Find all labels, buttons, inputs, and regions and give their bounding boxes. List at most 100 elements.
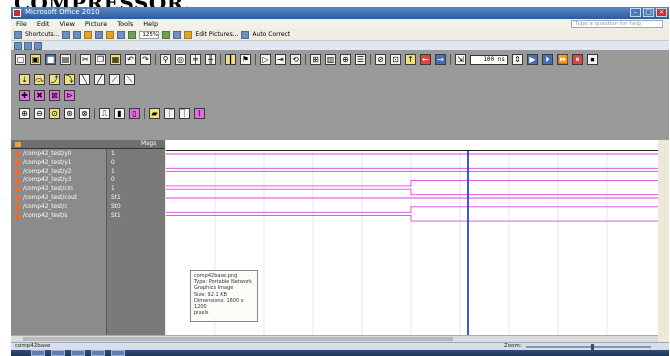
jump-back-icon[interactable]: ⟍ (124, 74, 135, 85)
auto-correct-icon[interactable] (241, 30, 250, 39)
signal-row[interactable]: /comp42_test/y0 (11, 150, 106, 159)
open-icon[interactable] (62, 30, 71, 39)
signal-row[interactable]: /comp42_test/cout (11, 194, 106, 203)
menu-edit[interactable]: Edit (32, 19, 55, 29)
redo-icon[interactable]: ↷ (140, 54, 151, 65)
edit-pictures-button[interactable]: Edit Pictures... (195, 31, 238, 38)
taskbar-app-button[interactable] (91, 350, 105, 356)
dataflow-icon[interactable]: ⊕ (340, 54, 351, 65)
run-continue-icon[interactable]: ⏩ (557, 54, 568, 65)
zoom-cursor-icon[interactable]: ⊛ (64, 108, 75, 119)
wave-height-icon[interactable]: ▮ (114, 108, 125, 119)
zoom-in-icon[interactable] (162, 30, 171, 39)
step-back-edge-icon[interactable]: ╱ (94, 74, 105, 85)
run-length-input[interactable]: 100 ns (470, 54, 508, 65)
step-edge-icon[interactable]: ╲ (79, 74, 90, 85)
maximize-button[interactable]: □ (643, 8, 654, 17)
shortcuts-icon[interactable] (14, 30, 22, 39)
zoom-full-icon[interactable]: ⊙ (49, 108, 60, 119)
close-button[interactable]: × (656, 8, 667, 17)
paste-icon[interactable] (106, 30, 115, 39)
cursor-next-icon[interactable]: ⊳ (64, 90, 75, 101)
list-icon[interactable]: ☰ (355, 54, 366, 65)
menu-tools[interactable]: Tools (112, 19, 138, 29)
wave-split-icon[interactable]: ╪ (190, 54, 201, 65)
signal-row[interactable]: /comp42_test/y2 (11, 168, 106, 177)
signal-row[interactable]: /comp42_test/y3 (11, 176, 106, 185)
copy-icon[interactable]: ❐ (95, 54, 106, 65)
scrollbar-thumb[interactable] (23, 337, 453, 341)
menu-file[interactable]: File (11, 19, 32, 29)
find-icon[interactable]: ⚲ (160, 54, 171, 65)
wave-color-icon[interactable]: ▯ (129, 108, 140, 119)
memory-icon[interactable]: ▥ (325, 54, 336, 65)
cursor-add-icon[interactable]: ✚ (19, 90, 30, 101)
rotate-icon[interactable] (173, 30, 182, 39)
help-search-input[interactable]: Type a question for help (571, 20, 663, 28)
zoom-select[interactable]: 125% (139, 30, 160, 39)
restart-icon[interactable]: ⟲ (290, 54, 301, 65)
edit-pictures-icon[interactable] (184, 30, 193, 39)
wave-merge-icon[interactable]: ╫ (205, 54, 216, 65)
shortcuts-button[interactable]: Shortcuts... (25, 31, 59, 38)
auto-correct-button[interactable]: Auto Correct (252, 31, 290, 38)
paste-icon[interactable]: ▦ (110, 54, 121, 65)
edge-rise-icon[interactable]: ⎾ (164, 108, 175, 119)
break-simulation-icon[interactable]: ⏸ (572, 54, 583, 65)
open-folder-icon[interactable]: ▣ (30, 54, 41, 65)
undo-icon[interactable]: ↶ (125, 54, 136, 65)
wave-format-icon[interactable]: ⎍ (99, 108, 110, 119)
binoculars-icon[interactable]: ◎ (175, 54, 186, 65)
jump-icon[interactable]: ⟋ (109, 74, 120, 85)
zoom-slider[interactable] (526, 346, 651, 348)
run-all-icon[interactable]: ▶ (527, 54, 538, 65)
signal-row[interactable]: /comp42_test/s (11, 212, 106, 221)
edge-any-icon[interactable]: ⌇ (194, 108, 205, 119)
signal-row[interactable]: /comp42_test/cin (11, 185, 106, 194)
step-back-icon[interactable]: ← (420, 54, 431, 65)
step-up-icon[interactable]: ↑ (405, 54, 416, 65)
cursor-lock-icon[interactable]: ⊠ (49, 90, 60, 101)
new-file-icon[interactable]: ▢ (15, 54, 26, 65)
add-wave-icon[interactable]: ⊡ (390, 54, 401, 65)
cut-icon[interactable]: ✂ (80, 54, 91, 65)
wave-compare-icon[interactable]: ⊞ (310, 54, 321, 65)
step-forward-icon[interactable]: → (435, 54, 446, 65)
save-icon[interactable]: ■ (45, 54, 56, 65)
taskbar-app-button[interactable] (31, 350, 45, 356)
menu-help[interactable]: Help (138, 19, 163, 29)
copy-icon[interactable] (95, 30, 104, 39)
edge-fall-icon[interactable]: ⏋ (179, 108, 190, 119)
save-icon[interactable] (73, 30, 82, 39)
step-icon[interactable]: ⇥ (275, 54, 286, 65)
horizontal-scrollbar[interactable] (11, 335, 658, 342)
zoom-range-icon[interactable]: ⊗ (79, 108, 90, 119)
cut-icon[interactable] (84, 30, 93, 39)
single-view-icon[interactable] (34, 41, 42, 50)
zoom-out-icon[interactable]: ⊖ (34, 108, 45, 119)
thumbnail-view-icon[interactable] (14, 41, 22, 50)
cursor-delete-icon[interactable]: ✖ (34, 90, 45, 101)
minimize-button[interactable]: – (630, 8, 641, 17)
continue-icon[interactable]: ⏵ (542, 54, 553, 65)
step-out-icon[interactable]: ⤴ (49, 74, 60, 85)
filmstrip-view-icon[interactable] (24, 41, 32, 50)
bookmark-icon[interactable]: ⚑ (240, 54, 251, 65)
stop-icon[interactable]: ⏹ (587, 54, 598, 65)
signal-group-icon[interactable]: ▰ (149, 108, 160, 119)
menu-view[interactable]: View (54, 19, 79, 29)
undo-icon[interactable] (128, 30, 137, 39)
signal-row[interactable]: /comp42_test/y1 (11, 159, 106, 168)
step-into-icon[interactable]: ⤓ (19, 74, 30, 85)
break-icon[interactable]: ⊘ (375, 54, 386, 65)
run-icon[interactable]: ▷ (260, 54, 271, 65)
taskbar-app-button[interactable] (71, 350, 85, 356)
menu-picture[interactable]: Picture (80, 19, 112, 29)
step-over-icon[interactable]: ⤼ (34, 74, 45, 85)
insert-divider-icon[interactable]: ┃ (225, 54, 236, 65)
delete-icon[interactable] (117, 30, 126, 39)
step-current-icon[interactable]: ⤵ (64, 74, 75, 85)
zoom-in-icon[interactable]: ⊕ (19, 108, 30, 119)
signal-row[interactable]: /comp42_test/c (11, 203, 106, 212)
run-length-stepper-icon[interactable]: ⇕ (512, 54, 523, 65)
